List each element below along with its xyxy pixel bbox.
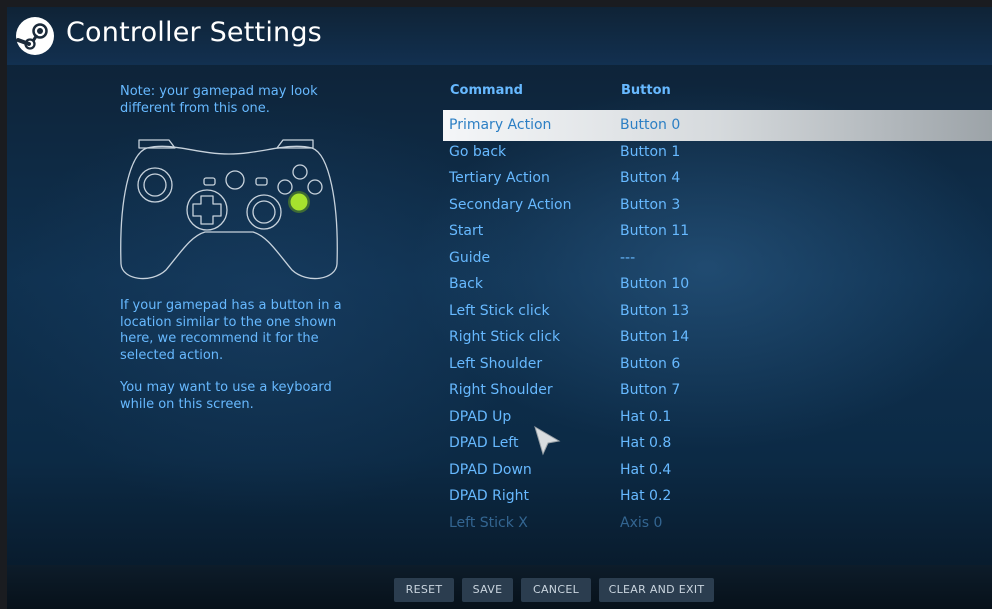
- command-label: Left Stick X: [449, 515, 528, 531]
- command-label: Back: [449, 276, 483, 292]
- mouse-pointer-icon: [534, 425, 561, 456]
- button-label: ---: [620, 250, 636, 266]
- command-label: Right Shoulder: [449, 382, 553, 398]
- command-label: Guide: [449, 250, 491, 266]
- gamepad-note-text: Note: your gamepad may look different fr…: [120, 84, 318, 116]
- keyboard-hint-text: You may want to use a keyboard while on …: [120, 380, 332, 412]
- command-label: Go back: [449, 144, 507, 160]
- button-label: Axis 0: [620, 515, 663, 531]
- command-label: Left Shoulder: [449, 356, 543, 372]
- controller-settings-screen: Controller Settings Note: your gamepad m…: [7, 7, 992, 609]
- cancel-button[interactable]: CANCEL: [521, 578, 591, 602]
- steam-logo-icon: [16, 17, 54, 55]
- save-button[interactable]: SAVE: [462, 578, 513, 602]
- gamepad-outline-icon: [120, 139, 338, 280]
- mapping-list[interactable]: Primary Action Button 0 Go back Button 1…: [443, 110, 992, 535]
- page-title: Controller Settings: [66, 17, 322, 48]
- button-label: Hat 0.8: [620, 435, 672, 451]
- footer-bar: RESET SAVE CANCEL CLEAR AND EXIT: [7, 565, 992, 609]
- recommendation-text: If your gamepad has a button in a locati…: [120, 298, 342, 363]
- command-label: DPAD Up: [449, 409, 512, 425]
- command-column-header: Command: [450, 83, 523, 98]
- button-column-header: Button: [621, 83, 671, 98]
- button-label: Button 0: [620, 117, 681, 133]
- button-label: Hat 0.4: [620, 462, 672, 478]
- button-label: Button 1: [620, 144, 681, 160]
- button-label: Button 4: [620, 170, 681, 186]
- command-label: Left Stick click: [449, 303, 550, 319]
- command-label: Right Stick click: [449, 329, 561, 345]
- command-label: DPAD Left: [449, 435, 519, 451]
- button-label: Hat 0.1: [620, 409, 672, 425]
- mapping-row-left-stick-x[interactable]: Left Stick X Axis 0: [443, 508, 992, 535]
- button-label: Hat 0.2: [620, 488, 672, 504]
- command-label: DPAD Right: [449, 488, 530, 504]
- command-label: Primary Action: [449, 117, 552, 133]
- command-label: Start: [449, 223, 484, 239]
- reset-button[interactable]: RESET: [394, 578, 454, 602]
- clear-and-exit-button[interactable]: CLEAR AND EXIT: [599, 578, 714, 602]
- button-label: Button 10: [620, 276, 690, 292]
- command-label: Secondary Action: [449, 197, 572, 213]
- command-label: DPAD Down: [449, 462, 532, 478]
- button-label: Button 7: [620, 382, 681, 398]
- header-bar: Controller Settings: [7, 7, 992, 65]
- button-label: Button 13: [620, 303, 690, 319]
- button-label: Button 14: [620, 329, 690, 345]
- button-label: Button 6: [620, 356, 681, 372]
- button-label: Button 3: [620, 197, 681, 213]
- command-label: Tertiary Action: [449, 170, 550, 186]
- button-label: Button 11: [620, 223, 690, 239]
